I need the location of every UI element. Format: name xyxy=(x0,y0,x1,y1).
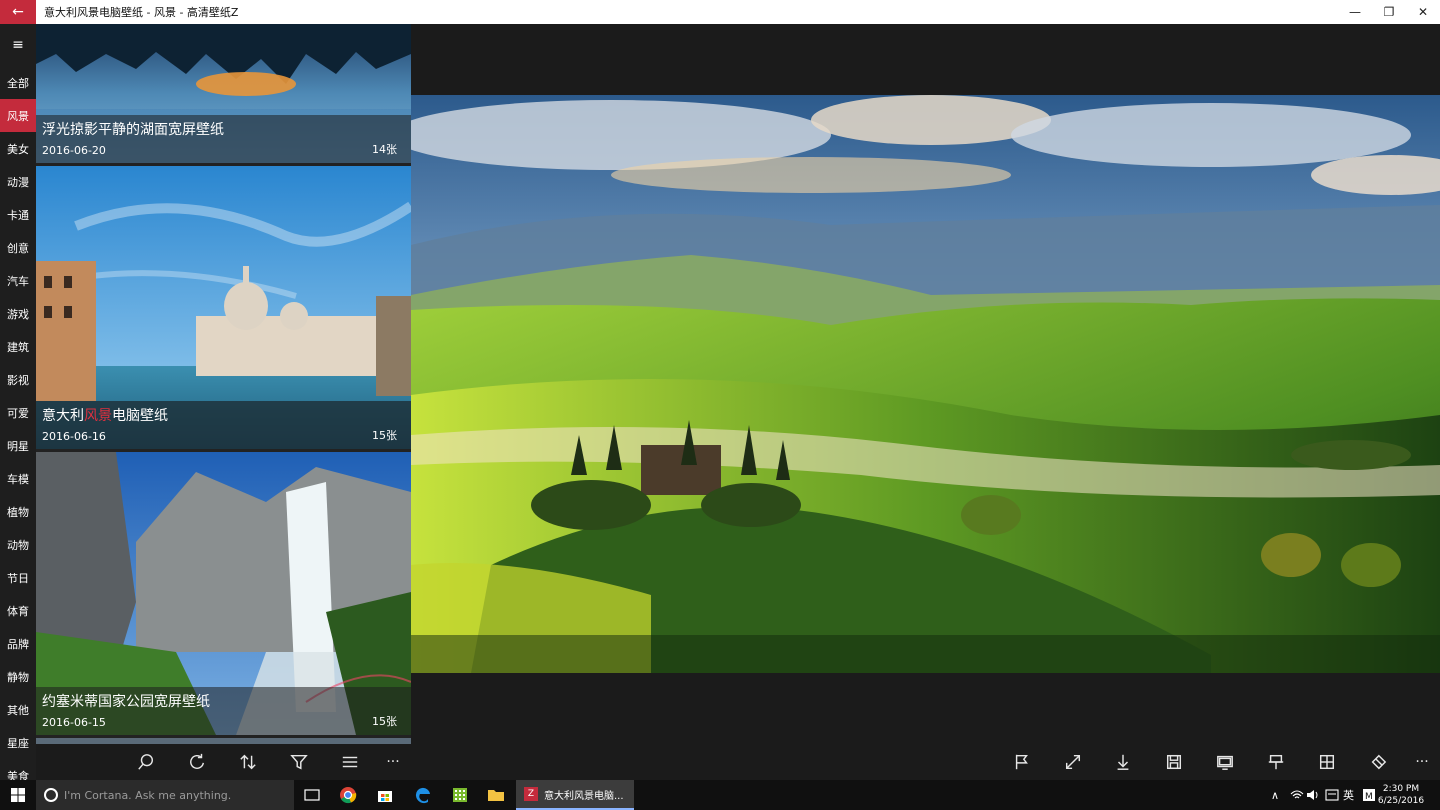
card-title: 浮光掠影平静的湖面宽屏壁纸 xyxy=(42,122,224,138)
network-icon[interactable] xyxy=(1290,780,1304,810)
fullscreen-icon[interactable] xyxy=(1063,752,1083,772)
bottom-toolbar: ··· ··· xyxy=(36,744,1440,780)
app-logo-icon: Z xyxy=(524,787,538,801)
card-date: 2016-06-20 xyxy=(42,144,106,157)
tray-chevron-icon[interactable]: ∧ xyxy=(1271,780,1279,810)
task-view-icon[interactable] xyxy=(294,780,330,810)
wallpaper-card-lake[interactable]: 浮光掠影平静的湖面宽屏壁纸 2016-06-20 14张 xyxy=(36,24,411,163)
ime-indicator[interactable]: 英 xyxy=(1343,780,1354,810)
title-bar: ← 意大利风景电脑壁纸 - 风景 - 高清壁纸Z — ❐ ✕ xyxy=(0,0,1440,24)
taskbar-clock[interactable]: 2:30 PM 6/25/2016 xyxy=(1376,783,1426,807)
refresh-icon[interactable] xyxy=(187,752,207,772)
app-window: ← 意大利风景电脑壁纸 - 风景 - 高清壁纸Z — ❐ ✕ ≡ 全部 风景 美女动… xyxy=(0,0,1440,783)
chrome-icon[interactable] xyxy=(330,780,366,810)
cortana-icon xyxy=(44,788,58,802)
cortana-search-box[interactable]: I'm Cortana. Ask me anything. xyxy=(36,780,294,810)
save-icon[interactable] xyxy=(1164,752,1184,772)
sidebar-category[interactable]: 星座 xyxy=(0,726,36,759)
more-icon[interactable]: ··· xyxy=(1412,752,1432,772)
set-wallpaper-icon[interactable] xyxy=(1215,752,1235,772)
sidebar-category[interactable]: 汽车 xyxy=(0,264,36,297)
filter-icon[interactable] xyxy=(289,752,309,772)
search-icon[interactable] xyxy=(136,752,156,772)
sidebar-category[interactable]: 动物 xyxy=(0,528,36,561)
apps-grid-icon[interactable] xyxy=(442,780,478,810)
sort-icon[interactable] xyxy=(238,752,258,772)
sidebar-category[interactable]: 品牌 xyxy=(0,627,36,660)
back-arrow-icon: ← xyxy=(12,4,24,20)
card-title-part: 意大利 xyxy=(42,408,84,424)
sidebar-category[interactable]: 卡通 xyxy=(0,198,36,231)
list-icon[interactable] xyxy=(340,752,360,772)
wallpaper-card-venice[interactable]: 意大利风景电脑壁纸 2016-06-16 15张 xyxy=(36,166,411,449)
edge-icon[interactable] xyxy=(405,780,441,810)
card-count: 14张 xyxy=(372,143,397,156)
card-title: 约塞米蒂国家公园宽屏壁纸 xyxy=(42,694,210,710)
card-title-part: 电脑壁纸 xyxy=(112,408,168,424)
file-explorer-icon[interactable] xyxy=(478,780,514,810)
tiles-icon[interactable] xyxy=(1317,752,1337,772)
pin-icon[interactable] xyxy=(1266,752,1286,772)
sidebar-category[interactable]: 影视 xyxy=(0,363,36,396)
volume-icon[interactable] xyxy=(1306,780,1320,810)
sidebar-category[interactable]: 动漫 xyxy=(0,165,36,198)
windows-logo-icon xyxy=(11,788,25,802)
card-date: 2016-06-15 xyxy=(42,716,106,729)
sidebar-category[interactable]: 可爱 xyxy=(0,396,36,429)
card-count: 15张 xyxy=(372,715,397,728)
sidebar-category[interactable]: 车模 xyxy=(0,462,36,495)
close-button[interactable]: ✕ xyxy=(1406,0,1440,24)
window-title: 意大利风景电脑壁纸 - 风景 - 高清壁纸Z xyxy=(44,6,239,19)
svg-text:M: M xyxy=(1365,792,1373,802)
wallpaper-card-yosemite[interactable]: 约塞米蒂国家公园宽屏壁纸 2016-06-15 15张 xyxy=(36,452,411,735)
more-icon[interactable]: ··· xyxy=(383,752,403,772)
start-button[interactable] xyxy=(0,780,36,810)
mail-icon[interactable]: M xyxy=(1362,780,1376,810)
clock-time: 2:30 PM xyxy=(1382,784,1420,794)
hamburger-menu-icon[interactable]: ≡ xyxy=(0,24,36,66)
sidebar-category[interactable]: 游戏 xyxy=(0,297,36,330)
category-sidebar: ≡ 全部 风景 美女 动漫 卡通 创意 汽车 游戏 建筑 影视 可爱 明星 车模 植物 动物 节日 体育 品牌 静物… xyxy=(0,24,36,783)
sidebar-category[interactable]: 静物 xyxy=(0,660,36,693)
card-date: 2016-06-16 xyxy=(42,430,106,443)
clear-icon[interactable] xyxy=(1368,752,1388,772)
sidebar-category[interactable]: 建筑 xyxy=(0,330,36,363)
download-icon[interactable] xyxy=(1113,752,1133,772)
wallpaper-preview[interactable] xyxy=(411,95,1440,673)
card-title: 意大利风景电脑壁纸 xyxy=(42,405,168,425)
back-button[interactable]: ← xyxy=(0,0,36,24)
sidebar-category[interactable]: 美女 xyxy=(0,132,36,165)
restore-button[interactable]: ❐ xyxy=(1372,0,1406,24)
minimize-button[interactable]: — xyxy=(1338,0,1372,24)
cortana-placeholder: I'm Cortana. Ask me anything. xyxy=(64,788,232,802)
store-icon[interactable] xyxy=(367,780,403,810)
card-count: 15张 xyxy=(372,429,397,442)
wallpaper-list: 浮光掠影平静的湖面宽屏壁纸 2016-06-20 14张 意大利风景电脑壁纸 2… xyxy=(36,24,411,744)
windows-taskbar: I'm Cortana. Ask me anything. Z 意大利风景电脑.… xyxy=(0,780,1440,810)
sidebar-category[interactable]: 风景 xyxy=(0,99,36,132)
card-title-highlight: 风景 xyxy=(84,408,112,424)
notification-bar-icon[interactable] xyxy=(1325,780,1339,810)
taskbar-app-label: 意大利风景电脑... xyxy=(544,790,624,802)
taskbar-active-app[interactable]: Z 意大利风景电脑... xyxy=(516,780,634,810)
sidebar-category[interactable]: 创意 xyxy=(0,231,36,264)
flag-icon[interactable] xyxy=(1012,752,1032,772)
sidebar-category[interactable]: 节日 xyxy=(0,561,36,594)
sidebar-category[interactable]: 全部 xyxy=(0,66,36,99)
clock-date: 6/25/2016 xyxy=(1377,796,1425,806)
sidebar-category[interactable]: 其他 xyxy=(0,693,36,726)
sidebar-category[interactable]: 植物 xyxy=(0,495,36,528)
sidebar-category[interactable]: 明星 xyxy=(0,429,36,462)
sidebar-category[interactable]: 体育 xyxy=(0,594,36,627)
